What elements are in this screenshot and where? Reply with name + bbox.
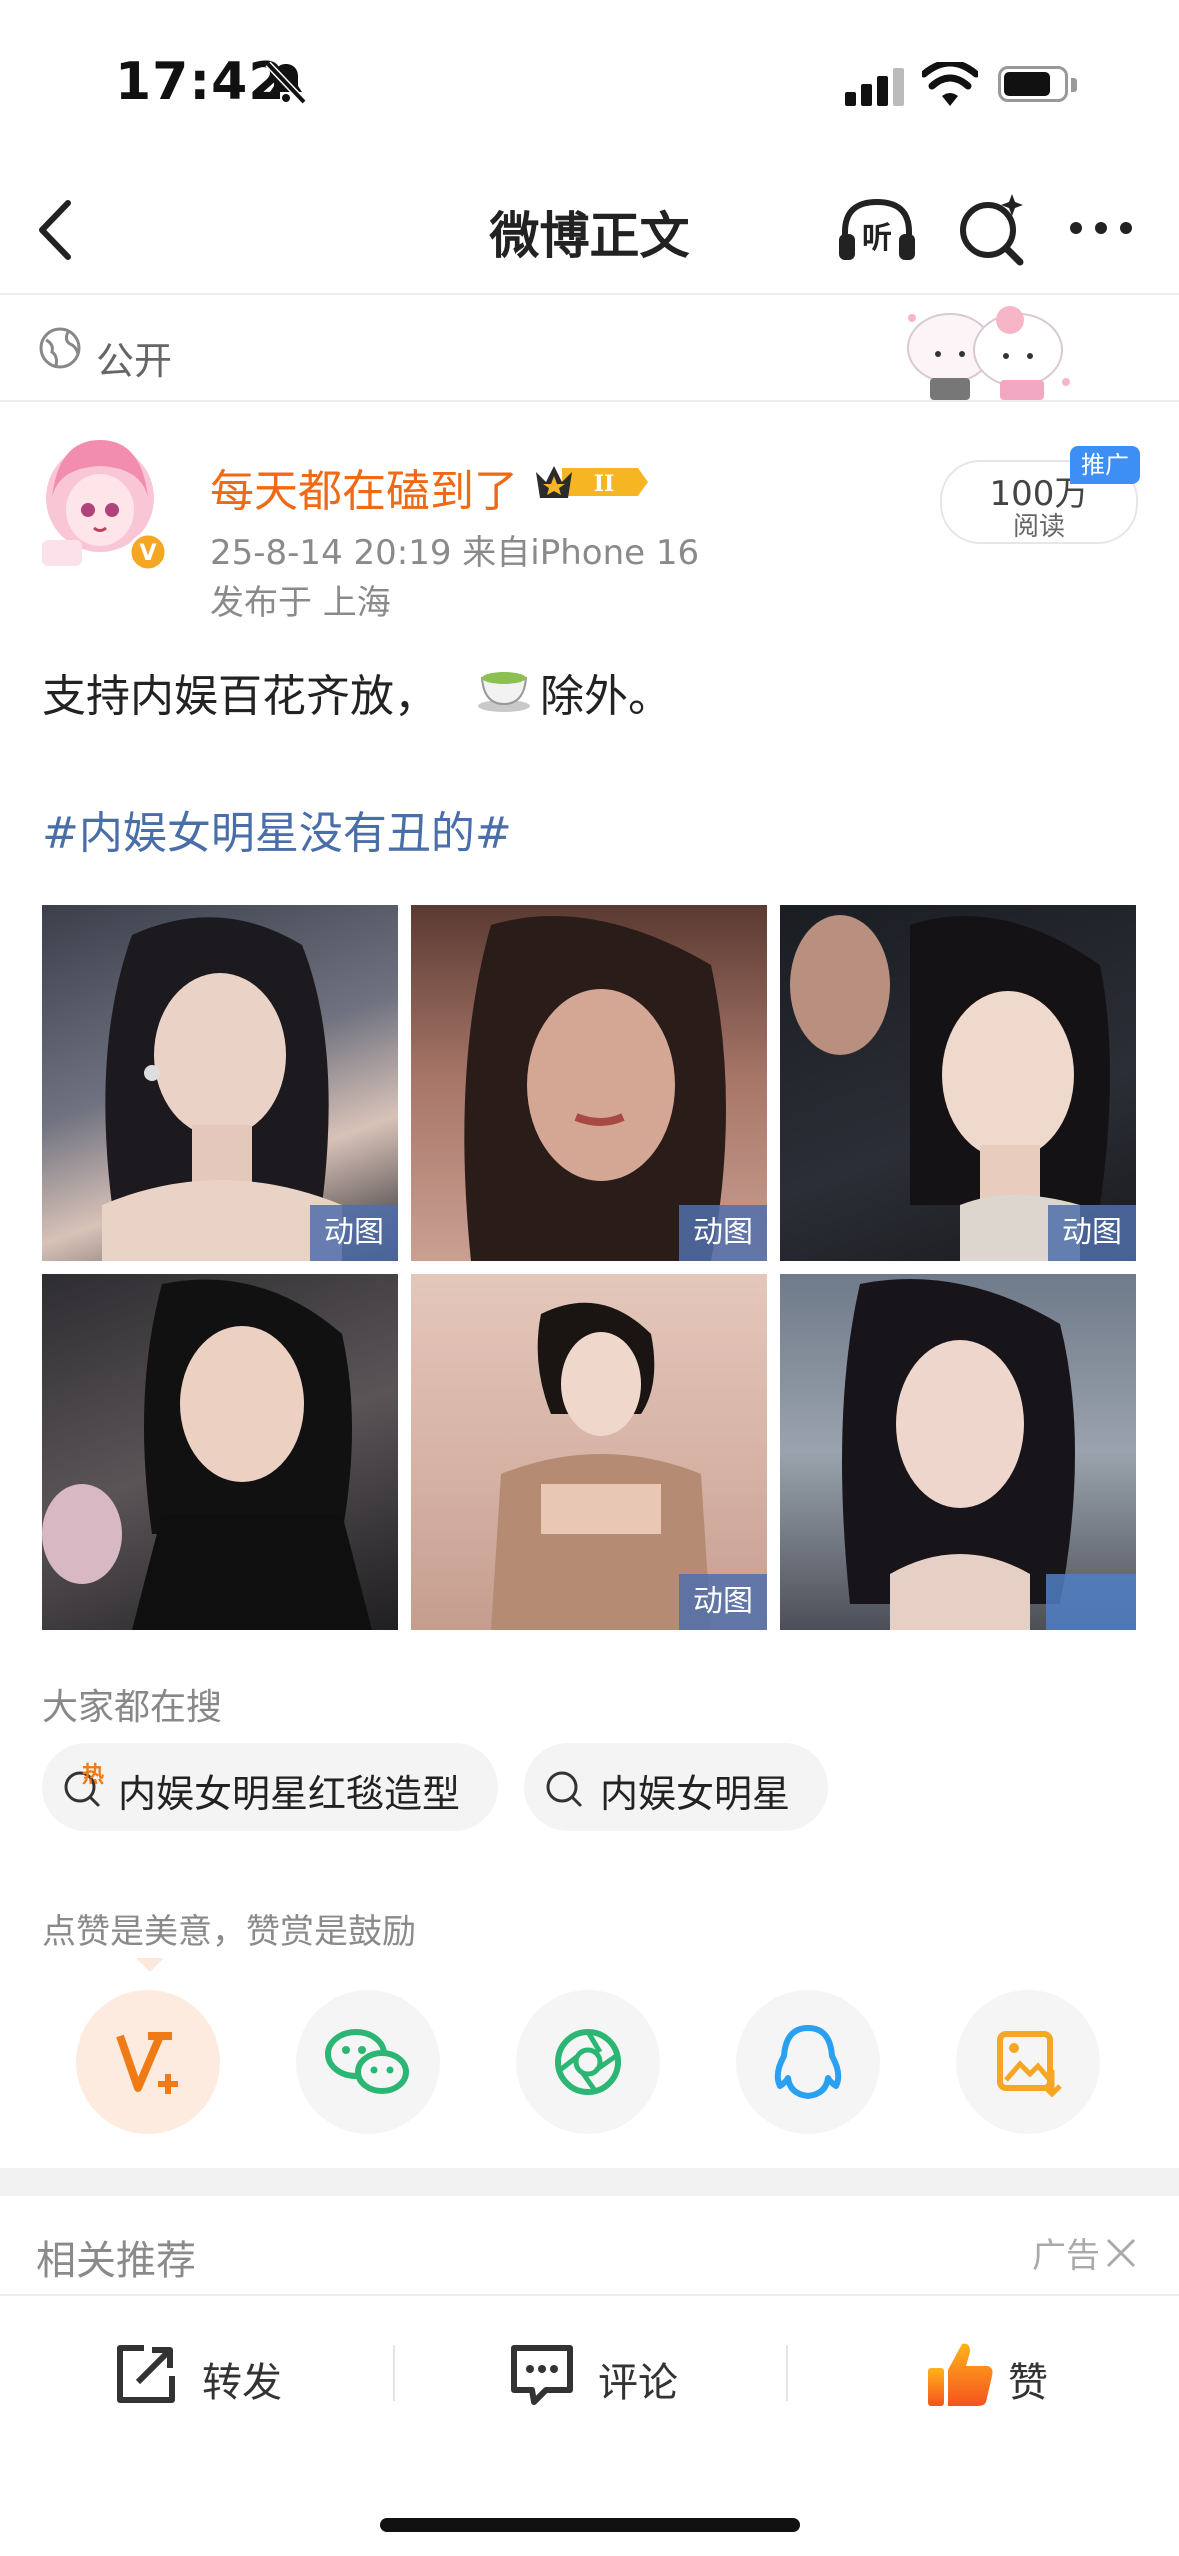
repost-button[interactable]: 转发 (110, 2330, 310, 2420)
post-photo-1[interactable]: 动图 (42, 905, 398, 1261)
ad-label: 广告 (1032, 2236, 1100, 2276)
search-chip-2[interactable]: 内娱女明星 (524, 1743, 828, 1831)
bottom-bar-divider (0, 2294, 1179, 2296)
promo-tag: 推广 (1070, 446, 1140, 484)
reward-tip-pointer (136, 1958, 164, 1972)
post-photo-2[interactable]: 动图 (411, 905, 767, 1261)
member-level-badge-icon: II (534, 458, 650, 506)
section-separator (0, 2168, 1179, 2196)
comment-icon (511, 2345, 573, 2405)
search-icon (544, 1765, 590, 1811)
topic-hashtag-link[interactable]: #内娱女明星没有丑的# (42, 797, 512, 861)
decorative-sticker (890, 298, 1080, 406)
reward-v-icon (116, 2032, 178, 2094)
hot-search-badge: 热 (82, 1763, 105, 1788)
visibility-divider (0, 400, 1179, 402)
post-photo-5[interactable]: 动图 (411, 1274, 767, 1630)
qq-icon (774, 2025, 842, 2099)
action-separator (786, 2345, 788, 2401)
post-meta: 25-8-14 20:19 来自iPhone 16 (210, 533, 700, 573)
search-button[interactable] (954, 192, 1030, 268)
save-image-button[interactable] (956, 1990, 1100, 2134)
hot-search-heading: 大家都在搜 (42, 1687, 223, 1728)
share-moments-button[interactable] (516, 1990, 660, 2134)
visibility-label: 公开 (96, 339, 173, 383)
close-icon (1106, 2238, 1136, 2268)
verified-badge-icon: V (128, 532, 168, 572)
reward-button[interactable] (76, 1990, 220, 2134)
action-separator (393, 2345, 395, 2401)
save-image-icon (997, 2031, 1062, 2098)
status-time: 17:42 (115, 52, 286, 112)
reward-tip: 点赞是美意，赞赏是鼓励 (42, 1912, 416, 1952)
read-label: 阅读 (1012, 512, 1065, 542)
home-indicator (380, 2518, 800, 2532)
battery-icon (998, 66, 1082, 106)
related-recommendations-title: 相关推荐 (36, 2238, 196, 2284)
search-chip-1[interactable]: 热 内娱女明星红毯造型 (42, 1743, 498, 1831)
svg-text:II: II (594, 471, 615, 497)
post-photo-3[interactable]: 动图 (780, 905, 1136, 1261)
share-qq-button[interactable] (736, 1990, 880, 2134)
thumbs-up-icon (928, 2343, 993, 2406)
wifi-icon (920, 59, 980, 108)
listen-button[interactable]: 听 (835, 192, 919, 268)
nav-divider (0, 293, 1179, 295)
more-menu-button[interactable] (1068, 218, 1134, 238)
post-text-end: 除外。 (540, 671, 672, 722)
comment-button[interactable]: 评论 (506, 2330, 706, 2420)
gif-badge: 动图 (310, 1205, 398, 1261)
post-photo-6[interactable] (780, 1274, 1136, 1630)
wechat-icon (325, 2029, 409, 2094)
gif-badge: 动图 (679, 1205, 767, 1261)
search-chip-label: 内娱女明星红毯造型 (118, 1772, 461, 1816)
moments-icon (555, 2029, 621, 2095)
cellular-signal-icon (845, 66, 905, 106)
post-location: 发布于 上海 (210, 583, 391, 623)
globe-icon (38, 326, 82, 370)
gif-badge: 动图 (1048, 1205, 1136, 1261)
like-label: 赞 (1008, 2360, 1048, 2406)
repost-icon (117, 2345, 175, 2403)
gif-badge: 动图 (679, 1574, 767, 1630)
like-button[interactable]: 赞 (922, 2330, 1082, 2420)
search-chip-label: 内娱女明星 (600, 1772, 791, 1816)
close-ad-button[interactable] (1104, 2236, 1138, 2270)
post-text: 支持内娱百花齐放， (42, 671, 438, 722)
svg-text:V: V (139, 541, 156, 566)
repost-label: 转发 (202, 2360, 282, 2406)
post-photo-4[interactable] (42, 1274, 398, 1630)
mute-bell-icon (262, 58, 310, 106)
tea-emoji-icon (474, 656, 534, 716)
author-name[interactable]: 每天都在磕到了 (210, 455, 518, 519)
svg-text:听: 听 (862, 221, 892, 256)
comment-label: 评论 (598, 2360, 678, 2406)
share-wechat-button[interactable] (296, 1990, 440, 2134)
